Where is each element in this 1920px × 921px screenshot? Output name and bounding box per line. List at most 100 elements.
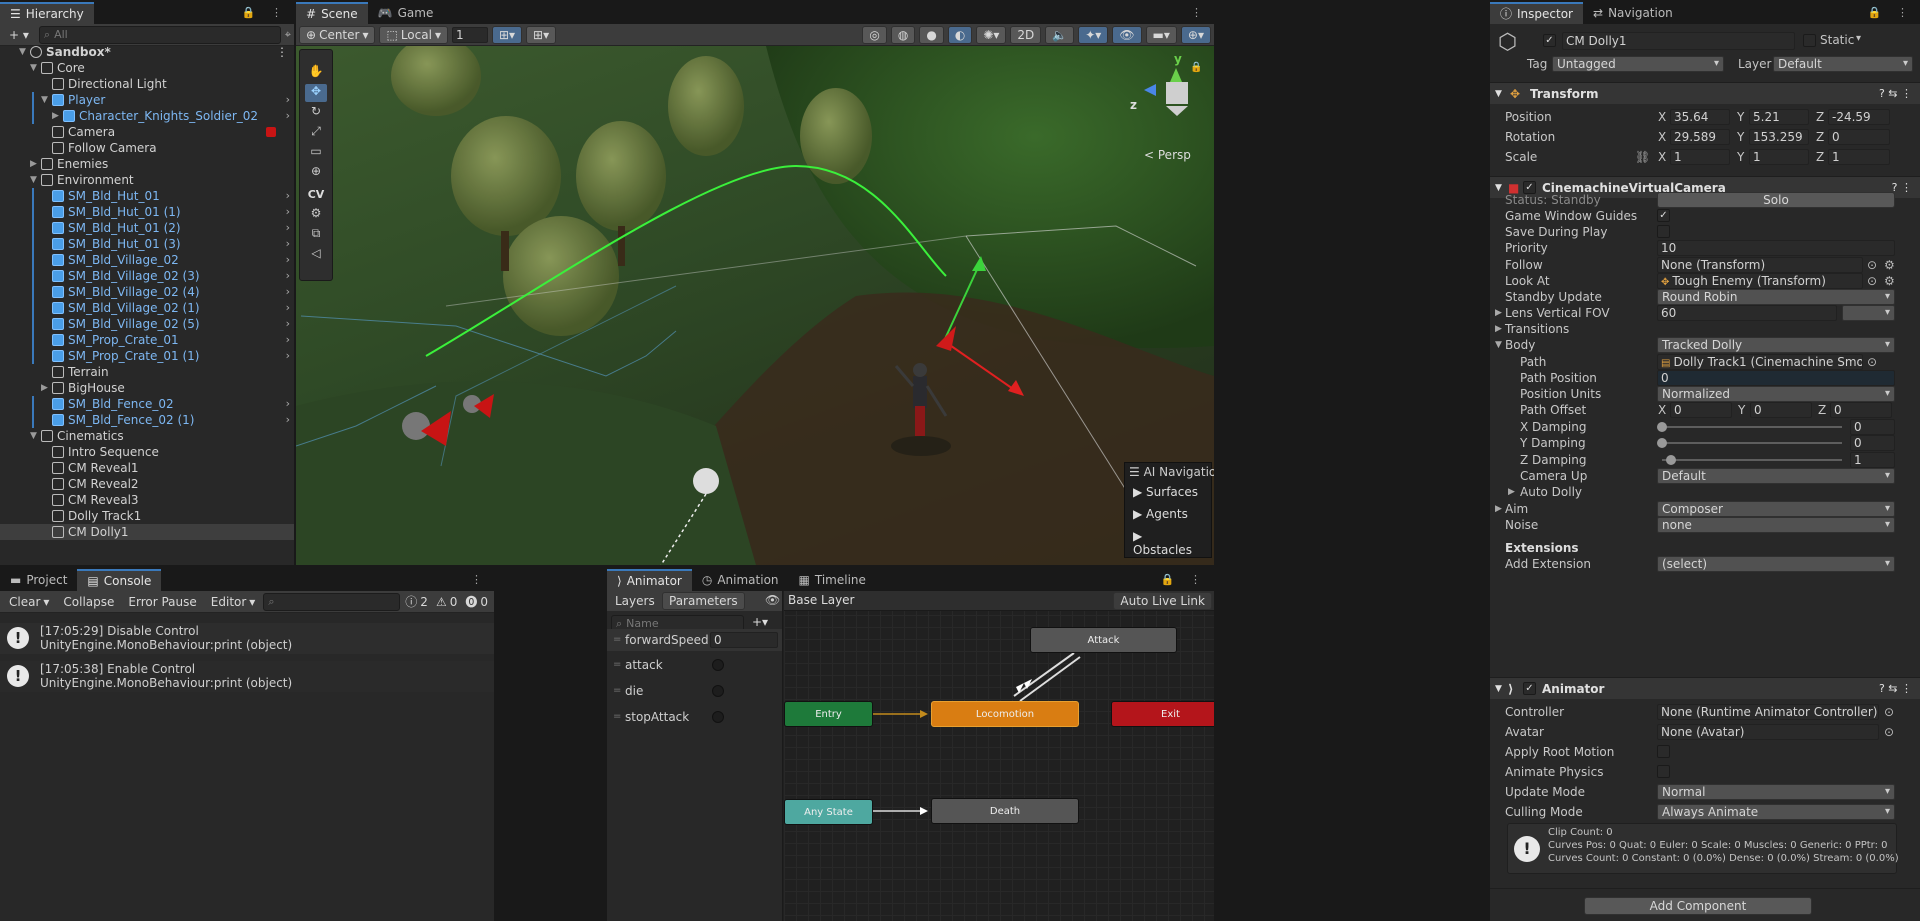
panel-menu-icon[interactable]: 🔒 ⋮ xyxy=(242,6,288,19)
x-damping-slider-knob[interactable] xyxy=(1657,422,1667,432)
tab-scene[interactable]: # Scene xyxy=(296,2,368,24)
fov-field[interactable]: 60 xyxy=(1657,305,1837,321)
foldout-open-icon[interactable]: ▼ xyxy=(30,428,37,444)
console-search-input[interactable]: ⌕ xyxy=(263,592,401,611)
hierarchy-item[interactable]: SM_Bld_Hut_01 › xyxy=(0,188,294,204)
foldout-open-icon[interactable]: ▼ xyxy=(30,60,37,76)
hierarchy-item[interactable]: SM_Bld_Village_02 (4) › xyxy=(0,284,294,300)
chevron-right-icon[interactable]: › xyxy=(286,412,290,428)
y-damping-field[interactable]: 0 xyxy=(1850,435,1895,451)
param-stopattack[interactable]: = stopAttack xyxy=(607,706,782,728)
animator-graph[interactable]: Base Layer Auto Live Link Attack Entry L… xyxy=(784,591,1214,921)
parameters-tab[interactable]: Parameters xyxy=(662,592,745,610)
path-position-field[interactable]: 0 xyxy=(1657,370,1895,386)
follow-field[interactable]: None (Transform) xyxy=(1657,257,1863,273)
inspector-menu-icon[interactable]: 🔒 ⋮ xyxy=(1868,6,1914,19)
shading-wireframe-icon[interactable]: ◎ xyxy=(862,25,887,44)
scene-search-icon[interactable]: ⌖ xyxy=(285,28,291,42)
path-field[interactable]: ▤Dolly Track1 (Cinemachine Smooth Pa xyxy=(1657,354,1863,370)
grid-size-input[interactable]: 1 xyxy=(451,26,488,43)
rotation-z-field[interactable]: 0 xyxy=(1828,129,1890,145)
fov-preset-dropdown[interactable] xyxy=(1842,305,1895,321)
scene-menu-icon[interactable]: ⋮ xyxy=(276,44,288,60)
log-entry[interactable]: ! [17:05:29] Disable Control UnityEngine… xyxy=(0,623,494,654)
debug-mode-icon[interactable]: ✺▾ xyxy=(976,25,1007,44)
aim-dropdown[interactable]: Composer xyxy=(1657,501,1895,517)
splitter[interactable] xyxy=(1214,0,1216,921)
tab-navigation[interactable]: ⇄ Navigation xyxy=(1583,2,1683,24)
chevron-right-icon[interactable]: › xyxy=(286,108,290,124)
visibility-toggle-icon[interactable]: 👁 xyxy=(1112,25,1142,44)
gear-icon[interactable]: ⚙ xyxy=(1884,273,1895,289)
scale-tool-icon[interactable]: ⤢ xyxy=(305,124,327,142)
tab-project[interactable]: ▬ Project xyxy=(0,569,77,591)
x-damping-slider-track[interactable] xyxy=(1662,426,1842,428)
rect-tool-icon[interactable]: ▭ xyxy=(305,144,327,162)
transform-header[interactable]: ▼ ✥ Transform ? ⇆ ⋮ xyxy=(1490,82,1920,104)
param-die[interactable]: = die xyxy=(607,680,782,702)
state-any-state[interactable]: Any State xyxy=(784,799,873,825)
error-pause-button[interactable]: Error Pause xyxy=(122,592,203,611)
grid-toggle-button[interactable]: ⊞▾ xyxy=(526,25,557,44)
camera-settings-icon[interactable]: ▬▾ xyxy=(1145,25,1177,44)
add-object-button[interactable]: + ▾ xyxy=(3,25,35,44)
drag-handle-icon[interactable]: = xyxy=(613,629,621,651)
layers-tab[interactable]: Layers xyxy=(609,592,661,610)
hierarchy-item[interactable]: Intro Sequence xyxy=(0,444,294,460)
hierarchy-item[interactable]: Terrain xyxy=(0,364,294,380)
component-menu-icon[interactable]: ? ⇆ ⋮ xyxy=(1879,678,1912,700)
state-entry[interactable]: Entry xyxy=(784,701,873,727)
transform-tool-icon[interactable]: ⊕ xyxy=(305,164,327,182)
ai-nav-agents[interactable]: ▶ Agents xyxy=(1125,503,1211,525)
chevron-right-icon[interactable]: › xyxy=(286,316,290,332)
scale-y-field[interactable]: 1 xyxy=(1749,149,1809,165)
hierarchy-item[interactable]: CM Reveal3 xyxy=(0,492,294,508)
tab-game[interactable]: 🎮 Game xyxy=(368,2,444,24)
param-forwardspeed[interactable]: = forwardSpeed 0 xyxy=(607,629,782,651)
hierarchy-item[interactable]: SM_Bld_Hut_01 (3) › xyxy=(0,236,294,252)
cv-tool-3-icon[interactable]: ◁ xyxy=(305,246,327,264)
hierarchy-search-input[interactable]: ⌕ All xyxy=(38,25,281,44)
forwardspeed-value[interactable]: 0 xyxy=(710,632,778,648)
param-attack[interactable]: = attack xyxy=(607,654,782,676)
object-picker-icon[interactable]: ⊙ xyxy=(1884,704,1894,720)
state-exit[interactable]: Exit xyxy=(1111,701,1214,727)
rotation-x-field[interactable]: 29.589 xyxy=(1670,129,1730,145)
editor-dropdown[interactable]: Editor ▾ xyxy=(204,592,262,611)
hierarchy-item[interactable]: SM_Bld_Village_02 (1) › xyxy=(0,300,294,316)
drag-handle-icon[interactable]: = xyxy=(613,706,621,728)
foldout-closed-icon[interactable]: ▶ xyxy=(41,380,48,396)
animator-enabled-checkbox[interactable]: ✓ xyxy=(1523,682,1536,695)
x-damping-field[interactable]: 0 xyxy=(1850,419,1895,435)
root-motion-checkbox[interactable] xyxy=(1657,745,1670,758)
ai-nav-surfaces[interactable]: ▶ Surfaces xyxy=(1125,481,1211,503)
chevron-right-icon[interactable]: › xyxy=(286,236,290,252)
foldout-closed-icon[interactable]: ▶ xyxy=(1508,484,1515,500)
hierarchy-item[interactable]: Directional Light xyxy=(0,76,294,92)
chevron-right-icon[interactable]: › xyxy=(286,396,290,412)
hierarchy-item[interactable]: SM_Prop_Crate_01 (1) › xyxy=(0,348,294,364)
console-menu-icon[interactable]: ⋮ xyxy=(471,573,488,586)
position-y-field[interactable]: 5.21 xyxy=(1749,109,1809,125)
hierarchy-item[interactable]: ▼ Core xyxy=(0,60,294,76)
path-offset-x-field[interactable]: 0 xyxy=(1670,402,1732,418)
tag-dropdown[interactable]: Untagged xyxy=(1552,56,1724,72)
shading-lit-icon[interactable]: ◐ xyxy=(947,25,973,44)
warning-count-button[interactable]: ⚠ 0 xyxy=(432,592,461,611)
position-z-field[interactable]: -24.59 xyxy=(1828,109,1890,125)
hierarchy-item[interactable]: SM_Bld_Village_02 (5) › xyxy=(0,316,294,332)
scale-z-field[interactable]: 1 xyxy=(1828,149,1890,165)
foldout-open-icon[interactable]: ▼ xyxy=(1495,337,1502,353)
gear-icon[interactable]: ⚙ xyxy=(1884,257,1895,273)
camera-up-dropdown[interactable]: Default xyxy=(1657,468,1895,484)
tab-animation[interactable]: ◷ Animation xyxy=(692,569,789,591)
priority-field[interactable]: 10 xyxy=(1657,240,1895,256)
static-checkbox[interactable] xyxy=(1803,34,1816,47)
fx-toggle-icon[interactable]: ✦▾ xyxy=(1078,25,1109,44)
object-name-field[interactable]: CM Dolly1 xyxy=(1562,32,1795,50)
hierarchy-item[interactable]: ▼ Player › xyxy=(0,92,294,108)
foldout-open-icon[interactable]: ▼ xyxy=(41,92,48,108)
hierarchy-item[interactable]: CM Reveal1 xyxy=(0,460,294,476)
chevron-right-icon[interactable]: › xyxy=(286,348,290,364)
grid-snap-button[interactable]: ⊞▾ xyxy=(491,25,523,44)
